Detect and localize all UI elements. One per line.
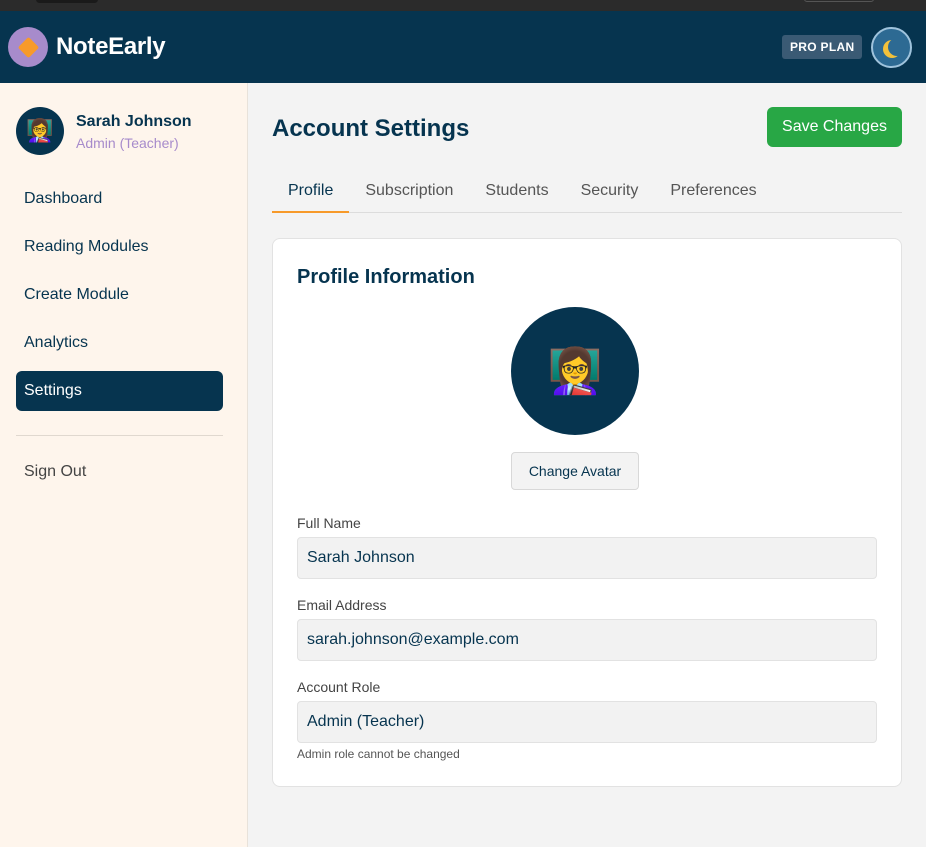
change-avatar-button[interactable]: Change Avatar <box>511 452 639 490</box>
window-control <box>804 0 874 2</box>
user-name: Sarah Johnson <box>76 113 192 130</box>
sidebar-nav: Dashboard Reading Modules Create Module … <box>16 179 223 419</box>
sign-out-link[interactable]: Sign Out <box>24 463 86 481</box>
theme-toggle-button[interactable] <box>871 27 912 68</box>
tab-security[interactable]: Security <box>565 170 655 213</box>
moon-icon <box>888 38 906 56</box>
window-control <box>36 0 98 3</box>
browser-top-strip <box>0 0 926 11</box>
sidebar: 👩‍🏫 Sarah Johnson Admin (Teacher) Dashbo… <box>0 83 248 847</box>
email-field[interactable]: sarah.johnson@example.com <box>297 619 877 661</box>
profile-avatar: 👩‍🏫 <box>511 307 639 435</box>
account-role-label: Account Role <box>297 679 381 695</box>
full-name-label: Full Name <box>297 515 361 531</box>
profile-card: Profile Information 👩‍🏫 Change Avatar Fu… <box>272 238 902 787</box>
sidebar-item-create-module[interactable]: Create Module <box>16 275 223 315</box>
user-role: Admin (Teacher) <box>76 135 179 151</box>
sidebar-item-analytics[interactable]: Analytics <box>16 323 223 363</box>
app-header: NoteEarly PRO PLAN <box>0 11 926 83</box>
plan-badge: PRO PLAN <box>782 35 863 59</box>
sidebar-item-reading-modules[interactable]: Reading Modules <box>16 227 223 267</box>
role-hint: Admin role cannot be changed <box>297 747 460 761</box>
tab-students[interactable]: Students <box>469 170 564 213</box>
settings-tabs: Profile Subscription Students Security P… <box>272 170 902 213</box>
sidebar-item-settings[interactable]: Settings <box>16 371 223 411</box>
section-title: Profile Information <box>297 266 475 288</box>
save-changes-button[interactable]: Save Changes <box>767 107 902 147</box>
tab-subscription[interactable]: Subscription <box>349 170 469 213</box>
logo[interactable] <box>8 27 48 67</box>
page-title: Account Settings <box>272 115 470 142</box>
brand-name[interactable]: NoteEarly <box>56 33 166 61</box>
avatar: 👩‍🏫 <box>16 107 64 155</box>
tab-preferences[interactable]: Preferences <box>654 170 772 213</box>
diamond-icon <box>17 36 39 58</box>
tab-profile[interactable]: Profile <box>272 170 350 213</box>
sidebar-item-dashboard[interactable]: Dashboard <box>16 179 223 219</box>
sidebar-divider <box>16 435 223 436</box>
full-name-field[interactable]: Sarah Johnson <box>297 537 877 579</box>
account-role-field: Admin (Teacher) <box>297 701 877 743</box>
email-label: Email Address <box>297 597 387 613</box>
